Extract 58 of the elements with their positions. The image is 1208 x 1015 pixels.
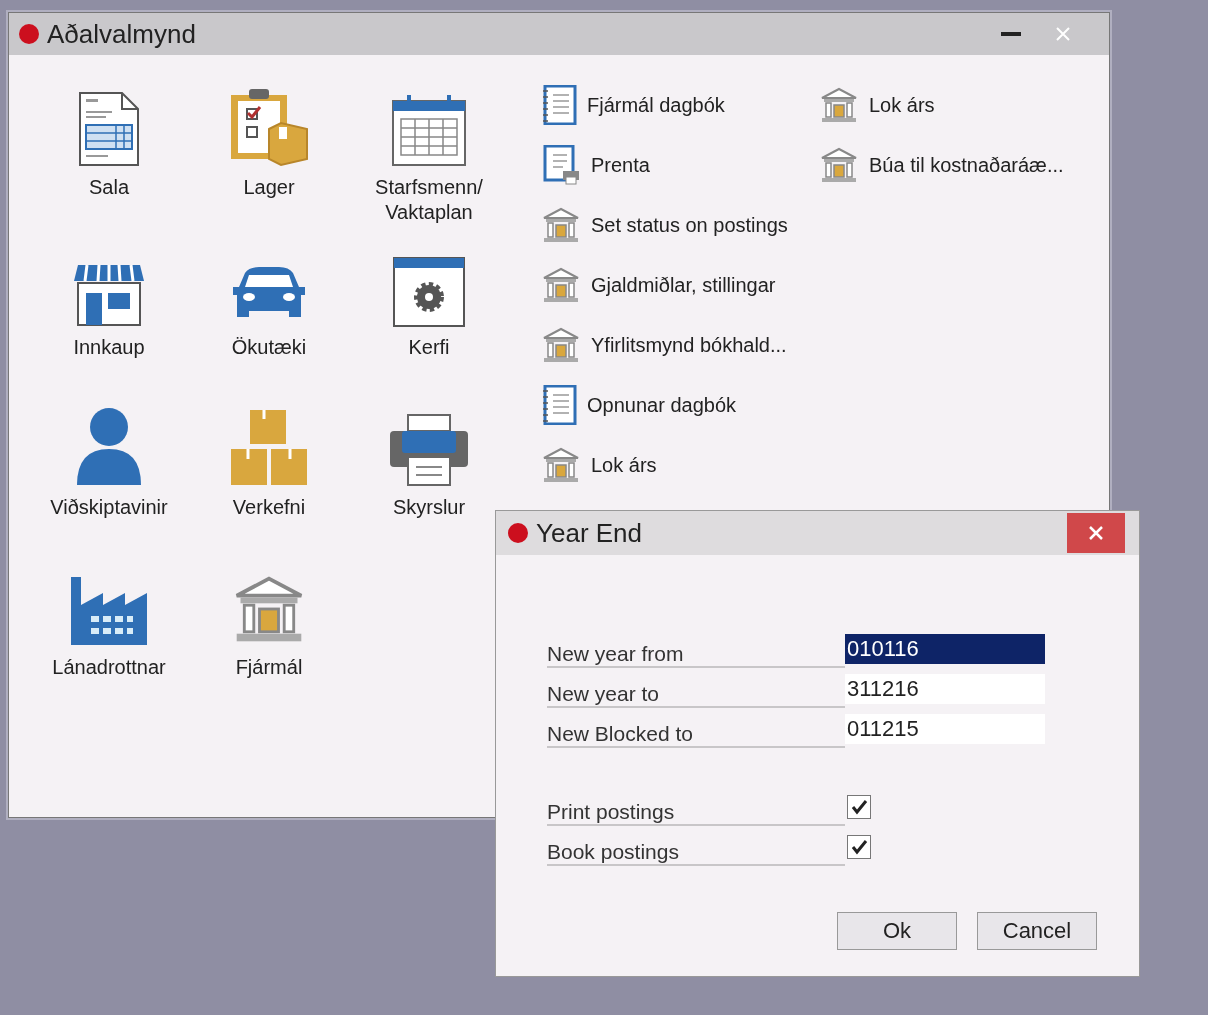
menu-link[interactable]: Fjármál dagbók xyxy=(587,93,725,117)
menu-link[interactable]: Gjaldmiðlar, stillingar xyxy=(591,273,776,297)
bank-icon xyxy=(819,145,859,185)
close-button[interactable] xyxy=(1067,513,1125,553)
window-title: Aðalvalmynd xyxy=(47,18,197,50)
dialog-title: Year End xyxy=(536,517,643,549)
person-icon xyxy=(76,407,142,487)
checkbox[interactable] xyxy=(847,795,871,819)
minimize-icon xyxy=(1001,32,1021,36)
menu-link[interactable]: Set status on postings xyxy=(591,213,788,237)
store-icon xyxy=(72,263,146,327)
input-field[interactable]: 010116 xyxy=(845,634,1045,664)
menu-link[interactable]: Búa til kostnaðaráæ... xyxy=(869,153,1064,177)
module-label[interactable]: Sala xyxy=(39,175,179,200)
app-dot-icon xyxy=(19,24,39,44)
printer-icon xyxy=(388,413,470,487)
notebook-icon xyxy=(541,385,577,425)
bank-icon xyxy=(819,85,859,125)
bank-icon xyxy=(541,265,581,305)
bank-icon xyxy=(541,205,581,245)
field-label: New year from xyxy=(547,630,845,668)
factory-icon xyxy=(69,575,149,647)
checkbox[interactable] xyxy=(847,835,871,859)
notebook-printer-icon xyxy=(541,145,581,185)
menu-link[interactable]: Lok árs xyxy=(591,453,657,477)
notebook-icon xyxy=(541,85,577,125)
menu-link[interactable]: Prenta xyxy=(591,153,650,177)
ok-button[interactable]: Ok xyxy=(837,912,957,950)
module-label[interactable]: Ökutæki xyxy=(199,335,339,360)
field-label: New Blocked to xyxy=(547,710,845,748)
input-field[interactable]: 011215 xyxy=(845,714,1045,744)
module-label[interactable]: Fjármál xyxy=(199,655,339,680)
option-label: Book postings xyxy=(547,828,845,866)
module-label[interactable]: Lánadrottnar xyxy=(39,655,179,680)
module-label[interactable]: Verkefni xyxy=(199,495,339,520)
menu-link[interactable]: Yfirlitsmynd bókhald... xyxy=(591,333,787,357)
module-label[interactable]: Skyrslur xyxy=(359,495,499,520)
menu-link[interactable]: Opnunar dagbók xyxy=(587,393,736,417)
option-label: Print postings xyxy=(547,788,845,826)
close-icon xyxy=(1087,524,1105,542)
order-document-icon xyxy=(78,91,140,167)
menu-link[interactable]: Lok árs xyxy=(869,93,935,117)
input-field[interactable]: 311216 xyxy=(845,674,1045,704)
module-label[interactable]: Lager xyxy=(199,175,339,200)
boxes-icon xyxy=(230,409,308,487)
cancel-button[interactable]: Cancel xyxy=(977,912,1097,950)
module-label[interactable]: Viðskiptavinir xyxy=(39,495,179,520)
app-dot-icon xyxy=(508,523,528,543)
module-label[interactable]: Starfsmenn/ Vaktaplan xyxy=(359,175,499,225)
module-label[interactable]: Innkaup xyxy=(39,335,179,360)
clipboard-box-icon xyxy=(229,87,309,167)
field-label: New year to xyxy=(547,670,845,708)
gear-window-icon xyxy=(393,257,465,327)
module-label[interactable]: Kerfi xyxy=(359,335,499,360)
calendar-icon xyxy=(391,93,467,167)
close-icon xyxy=(1055,26,1071,42)
bank-icon xyxy=(541,325,581,365)
bank-icon xyxy=(541,445,581,485)
